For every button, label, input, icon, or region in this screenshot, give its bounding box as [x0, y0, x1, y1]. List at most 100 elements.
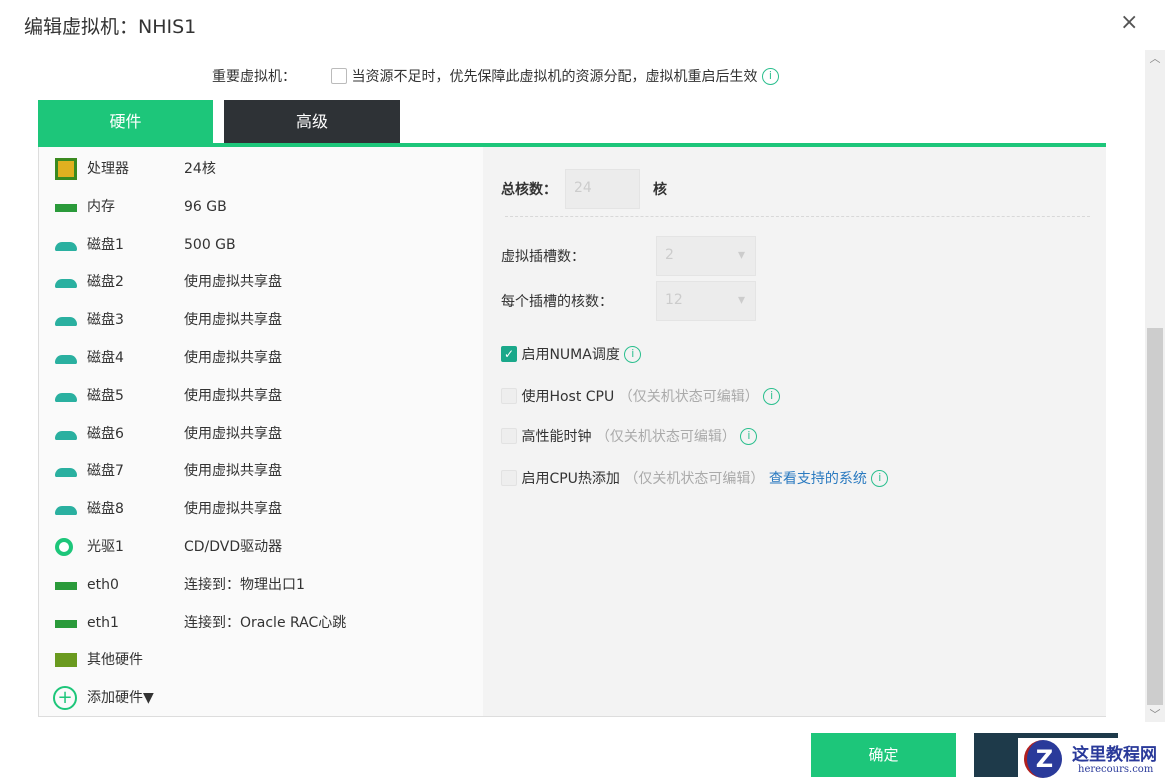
total-cores-label: 总核数：: [501, 182, 557, 198]
important-vm-text: 当资源不足时，优先保障此虚拟机的资源分配，虚拟机重启后生效: [351, 69, 758, 85]
logo-icon: Z: [1024, 740, 1062, 778]
chevron-down-icon: ▾: [737, 247, 745, 263]
hardware-item[interactable]: 磁盘4 使用虚拟共享盘: [53, 343, 473, 373]
hardware-item[interactable]: 磁盘7 使用虚拟共享盘: [53, 456, 473, 486]
hardware-item[interactable]: 处理器 24核: [53, 154, 473, 184]
hardware-item[interactable]: 磁盘1 500 GB: [53, 230, 473, 260]
nic-icon: [55, 619, 77, 628]
hardware-value: 24核: [184, 161, 216, 177]
hardware-item[interactable]: 磁盘2 使用虚拟共享盘: [53, 267, 473, 297]
option-label: 启用NUMA调度: [521, 347, 620, 363]
hardware-value: CD/DVD驱动器: [184, 539, 283, 555]
disk-icon: [55, 279, 77, 289]
hardware-item[interactable]: 其他硬件: [53, 645, 473, 675]
cores-per-socket-select[interactable]: 12 ▾: [656, 281, 756, 321]
disk-icon: [55, 430, 77, 440]
tab-advanced[interactable]: 高级: [224, 100, 400, 143]
hardware-item[interactable]: 磁盘8 使用虚拟共享盘: [53, 494, 473, 524]
cores-per-socket-label: 每个插槽的核数：: [501, 294, 613, 310]
hardware-name: 磁盘1: [87, 236, 124, 253]
hardware-panel: 处理器 24核 内存 96 GB 磁盘1 500 GB 磁盘2 使用虚拟共享盘 …: [38, 147, 1106, 717]
info-icon[interactable]: i: [761, 67, 779, 85]
cores-value: 12: [665, 292, 683, 308]
option-note: （仅关机状态可编辑）: [624, 471, 765, 487]
plus-circle-icon: +: [53, 686, 77, 711]
disk-icon: [55, 241, 77, 251]
hardware-value: 使用虚拟共享盘: [184, 501, 282, 518]
ok-button[interactable]: 确定: [811, 733, 956, 777]
divider: [505, 216, 1090, 217]
supported-systems-link[interactable]: 查看支持的系统: [769, 471, 867, 487]
cpu-icon: [55, 158, 77, 180]
hardware-value: 使用虚拟共享盘: [184, 274, 282, 291]
important-vm-option[interactable]: 当资源不足时，优先保障此虚拟机的资源分配，虚拟机重启后生效 i: [331, 66, 779, 86]
option-checkbox[interactable]: ✓: [501, 346, 517, 362]
hardware-name: 磁盘3: [87, 312, 124, 329]
hardware-value: 使用虚拟共享盘: [184, 350, 282, 366]
tab-hardware[interactable]: 硬件: [38, 100, 213, 143]
watermark-url: herecours.com: [1078, 764, 1154, 775]
disk-icon: [55, 355, 77, 364]
memory-icon: [55, 203, 77, 212]
add-hardware-button[interactable]: + 添加硬件▼: [53, 683, 473, 713]
hardware-item[interactable]: 磁盘3 使用虚拟共享盘: [53, 305, 473, 335]
hardware-name: 磁盘6: [87, 425, 124, 442]
info-icon[interactable]: i: [763, 387, 781, 405]
hardware-value: 使用虚拟共享盘: [184, 312, 282, 329]
hardware-value: 使用虚拟共享盘: [184, 387, 282, 404]
info-icon[interactable]: i: [740, 427, 758, 445]
cpu-option[interactable]: ✓ 启用NUMA调度 i: [501, 344, 642, 364]
disk-icon: [55, 317, 77, 327]
hardware-name: 内存: [87, 198, 115, 215]
option-label: 启用CPU热添加: [521, 471, 620, 487]
scrollbar-thumb[interactable]: [1147, 328, 1163, 705]
hardware-item[interactable]: 磁盘6 使用虚拟共享盘: [53, 419, 473, 449]
important-vm-label: 重要虚拟机：: [212, 69, 296, 85]
disk-icon: [55, 468, 77, 478]
hardware-name: 磁盘8: [87, 501, 124, 518]
disk-icon: [55, 392, 77, 402]
dialog-title: 编辑虚拟机：NHIS1: [24, 16, 197, 38]
option-checkbox[interactable]: [501, 388, 517, 404]
hardware-value: 使用虚拟共享盘: [184, 463, 282, 480]
total-cores-unit: 核: [653, 182, 667, 198]
chevron-down-icon: ▾: [737, 292, 745, 308]
hardware-name: 磁盘5: [87, 387, 124, 404]
watermark-logo: Z 这里教程网 herecours.com: [1018, 738, 1165, 781]
option-note: （仅关机状态可编辑）: [595, 429, 736, 445]
sockets-select[interactable]: 2 ▾: [656, 236, 756, 276]
hardware-name: 磁盘4: [87, 350, 124, 366]
chip-icon: [55, 653, 77, 668]
hardware-name: 其他硬件: [87, 652, 143, 669]
watermark-name: 这里教程网: [1072, 745, 1157, 765]
hardware-item[interactable]: eth0 连接到：物理出口1: [53, 570, 473, 600]
cpu-option[interactable]: 启用CPU热添加 （仅关机状态可编辑） 查看支持的系统 i: [501, 468, 889, 488]
cpu-option[interactable]: 使用Host CPU （仅关机状态可编辑） i: [501, 386, 781, 406]
hardware-item[interactable]: 磁盘5 使用虚拟共享盘: [53, 381, 473, 411]
nic-icon: [55, 581, 77, 590]
option-checkbox[interactable]: [501, 428, 517, 444]
hardware-value: 连接到：Oracle RAC心跳: [184, 614, 347, 631]
hardware-item[interactable]: 内存 96 GB: [53, 192, 473, 222]
cdrom-icon: [55, 538, 73, 556]
sockets-label: 虚拟插槽数：: [501, 249, 585, 265]
disk-icon: [55, 506, 77, 516]
total-cores-input[interactable]: 24: [565, 169, 640, 209]
hardware-item[interactable]: eth1 连接到：Oracle RAC心跳: [53, 608, 473, 638]
hardware-value: 500 GB: [184, 236, 236, 253]
option-checkbox[interactable]: [501, 470, 517, 486]
cpu-option[interactable]: 高性能时钟 （仅关机状态可编辑） i: [501, 426, 758, 446]
option-label: 使用Host CPU: [521, 389, 615, 405]
close-icon[interactable]: ×: [1120, 10, 1138, 35]
option-note: （仅关机状态可编辑）: [618, 389, 759, 405]
hardware-name: 处理器: [87, 161, 129, 177]
option-label: 高性能时钟: [521, 429, 592, 445]
add-hardware-label: 添加硬件▼: [87, 690, 154, 707]
info-icon[interactable]: i: [624, 345, 642, 363]
sockets-value: 2: [665, 247, 674, 263]
hardware-value: 使用虚拟共享盘: [184, 425, 282, 442]
important-vm-checkbox[interactable]: [331, 68, 347, 84]
hardware-item[interactable]: 光驱1 CD/DVD驱动器: [53, 532, 473, 562]
hardware-name: eth1: [87, 614, 119, 631]
info-icon[interactable]: i: [871, 469, 889, 487]
